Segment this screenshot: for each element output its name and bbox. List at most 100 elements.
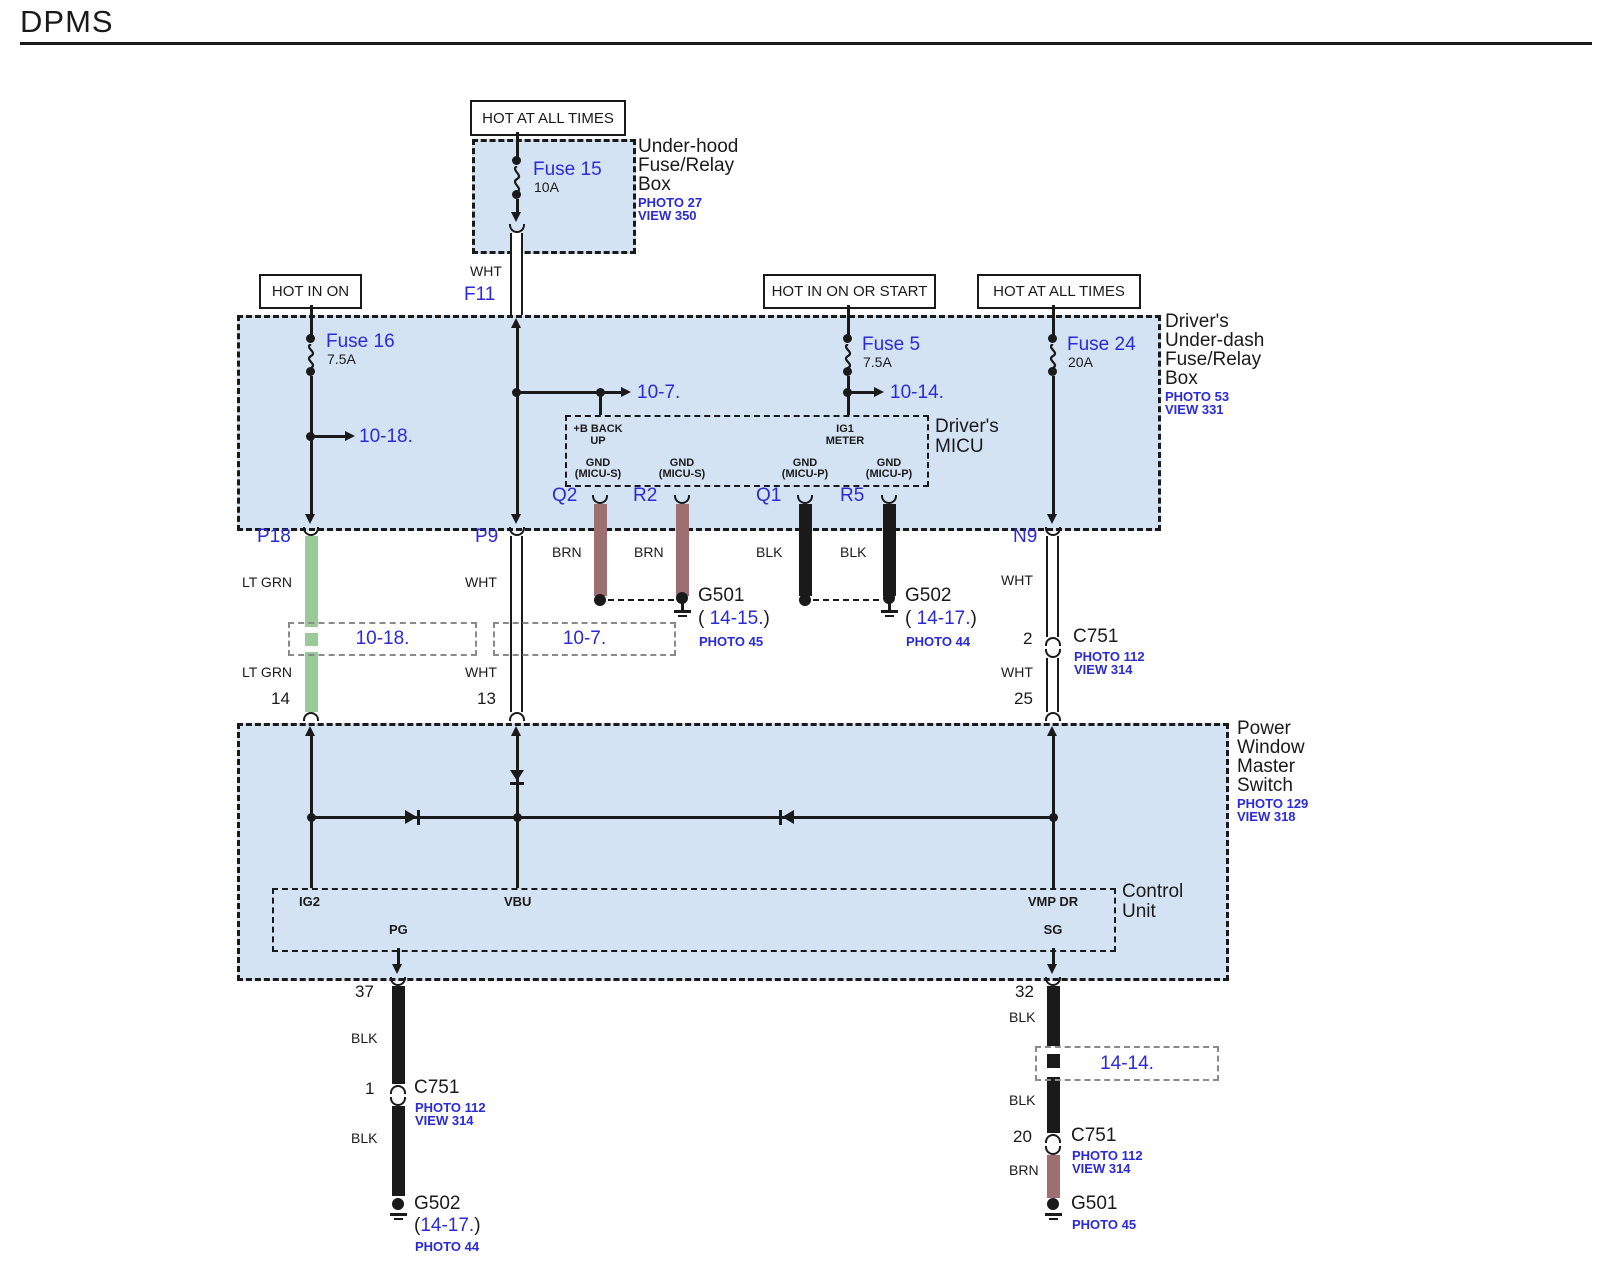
view-link[interactable]: VIEW 314 xyxy=(1072,1162,1131,1176)
underhood-name-2: Fuse/Relay xyxy=(638,156,734,176)
fuse-terminal-dot xyxy=(843,334,852,343)
pin-number-25: 25 xyxy=(1014,690,1033,708)
wire-color-label: WHT xyxy=(1001,573,1033,588)
wire-segment xyxy=(310,305,313,336)
wire-color-label: BRN xyxy=(1009,1163,1039,1178)
pin-number-1: 1 xyxy=(365,1080,374,1098)
fuse-symbol xyxy=(304,344,318,368)
arrow-down xyxy=(511,212,521,222)
underdash-name-2: Under-dash xyxy=(1165,331,1264,351)
paren: ) xyxy=(474,1215,480,1236)
view-link[interactable]: VIEW 314 xyxy=(415,1114,474,1128)
wht-wire xyxy=(1046,536,1059,637)
connector-label-r2[interactable]: R2 xyxy=(633,486,657,506)
connector-id-c751: C751 xyxy=(1071,1126,1116,1146)
wire-segment xyxy=(516,132,519,159)
connector-cup xyxy=(390,977,406,986)
control-terminal-pg: PG xyxy=(389,923,408,937)
connector-label-p18[interactable]: P18 xyxy=(257,527,291,547)
arrow-down xyxy=(305,514,315,524)
photo-link[interactable]: PHOTO 45 xyxy=(699,635,763,649)
view-link[interactable]: VIEW 314 xyxy=(1074,663,1133,677)
control-terminal-ig2: IG2 xyxy=(299,895,320,909)
wire-segment xyxy=(310,376,313,516)
arrow-down xyxy=(511,514,521,524)
fuse16-label[interactable]: Fuse 16 xyxy=(326,332,395,352)
connector-cup xyxy=(303,712,319,721)
underhood-name-1: Under-hood xyxy=(638,137,738,157)
ground-bar xyxy=(390,1213,407,1216)
connector-label-f11[interactable]: F11 xyxy=(464,285,495,305)
wire-color-label: LT GRN xyxy=(242,575,292,590)
connector-cup xyxy=(509,527,525,536)
fuse15-amp: 10A xyxy=(534,180,559,195)
view-link[interactable]: VIEW 350 xyxy=(638,209,697,223)
connector-cup xyxy=(1045,1146,1061,1155)
connector-label-p9[interactable]: P9 xyxy=(475,527,498,547)
wire-color-label: BLK xyxy=(1009,1093,1035,1108)
ground-bar xyxy=(881,610,898,613)
pwms-name-4: Switch xyxy=(1237,776,1293,796)
ref-link[interactable]: 10-7. xyxy=(563,628,606,650)
control-unit-name-2: Unit xyxy=(1122,902,1156,922)
ground-id-g502: G502 xyxy=(905,586,951,606)
connector-cup xyxy=(1045,712,1061,721)
micu-terminal-ig1: IG1 xyxy=(836,424,854,436)
fuse16-amp: 7.5A xyxy=(327,352,356,367)
connector-label-q1[interactable]: Q1 xyxy=(756,486,781,506)
junction-dot xyxy=(799,594,811,606)
ref-link[interactable]: 14-15. xyxy=(710,608,764,629)
fuse24-label[interactable]: Fuse 24 xyxy=(1067,335,1136,355)
ref-link[interactable]: 14-17. xyxy=(917,608,971,629)
junction-dot xyxy=(1049,813,1058,822)
ref-link[interactable]: 14-14. xyxy=(1100,1053,1154,1075)
connector-cup xyxy=(1045,649,1061,658)
ground-ref-g502: ( 14-17.) xyxy=(905,609,977,629)
arrow-down xyxy=(1047,514,1057,524)
connector-label-r5[interactable]: R5 xyxy=(840,486,864,506)
photo-link[interactable]: PHOTO 45 xyxy=(1072,1218,1136,1232)
fuse-terminal-dot xyxy=(843,367,852,376)
fuse15-label[interactable]: Fuse 15 xyxy=(533,160,602,180)
photo-link[interactable]: PHOTO 44 xyxy=(415,1240,479,1254)
fuse-terminal-dot xyxy=(512,156,521,165)
pin-number-2: 2 xyxy=(1023,630,1032,648)
ref-link[interactable]: 14-17. xyxy=(420,1215,474,1236)
junction-dot xyxy=(307,813,316,822)
blk-wire xyxy=(392,986,405,1084)
micu-terminal-ig1: METER xyxy=(826,436,865,448)
view-link[interactable]: VIEW 318 xyxy=(1237,810,1296,824)
wire-segment xyxy=(516,736,519,888)
wire-color-label: BLK xyxy=(1009,1010,1035,1025)
wire-segment xyxy=(516,199,519,213)
branch-line xyxy=(517,391,621,394)
blk-wire xyxy=(1047,1077,1060,1133)
control-terminal-sg: SG xyxy=(1044,923,1063,937)
micu-terminal-b-backup: +B BACK xyxy=(573,424,622,436)
ref-link[interactable]: 10-18. xyxy=(356,628,410,650)
view-link[interactable]: VIEW 331 xyxy=(1165,403,1224,417)
connector-cup xyxy=(509,712,525,721)
lt-grn-wire xyxy=(305,536,318,627)
ref-link-10-14[interactable]: 10-14. xyxy=(890,383,944,403)
wire-color-label: BLK xyxy=(756,545,782,560)
wire-segment xyxy=(310,736,313,888)
ground-ref-g502: (14-17.) xyxy=(414,1216,481,1236)
connector-cup xyxy=(1045,527,1061,536)
arrow-down xyxy=(392,964,402,974)
ground-bar xyxy=(674,610,691,613)
wire-color-label: WHT xyxy=(465,665,497,680)
connector-cup xyxy=(1045,1134,1061,1143)
ground-bar xyxy=(678,615,687,617)
fuse5-label[interactable]: Fuse 5 xyxy=(862,335,920,355)
ref-link-10-7[interactable]: 10-7. xyxy=(637,383,680,403)
brn-wire xyxy=(676,504,689,596)
photo-link[interactable]: PHOTO 44 xyxy=(906,635,970,649)
connector-cup xyxy=(1045,977,1061,986)
fuse-terminal-dot xyxy=(512,190,521,199)
connector-id-c751: C751 xyxy=(1073,627,1118,647)
arrow-up xyxy=(305,726,315,736)
connector-label-q2[interactable]: Q2 xyxy=(552,486,577,506)
ref-link-10-18[interactable]: 10-18. xyxy=(359,427,413,447)
connector-label-n9[interactable]: N9 xyxy=(1013,527,1037,547)
